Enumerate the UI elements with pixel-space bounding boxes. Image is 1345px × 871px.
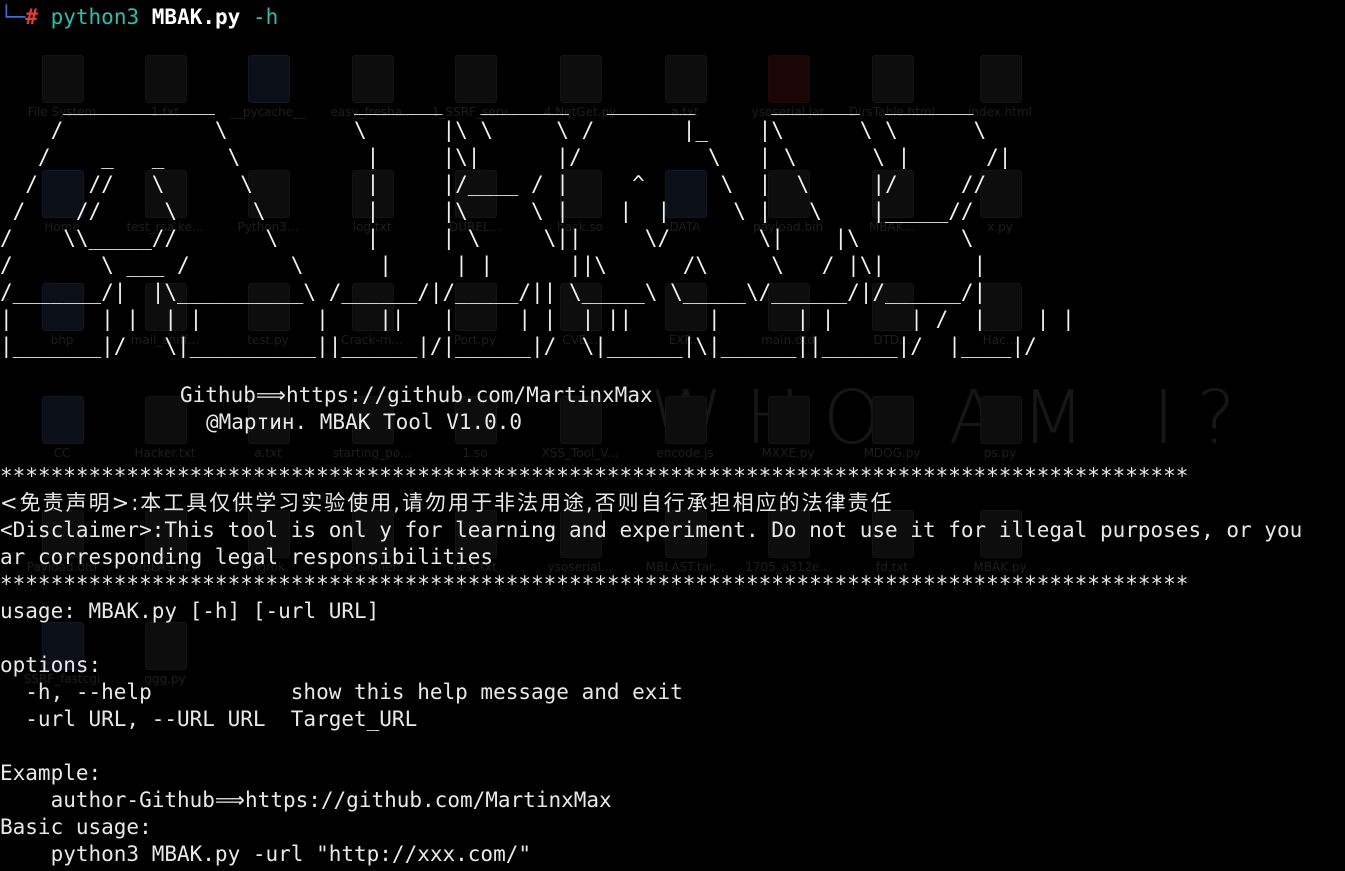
basic-usage-command: python3 MBAK.py -url "http://xxx.com/" [0,842,532,866]
command-name: python3 [50,5,140,29]
tool-version-line: @Мартин. MBAK Tool V1.0.0 [206,410,523,434]
options-header: options: [0,653,102,677]
example-header: Example: [0,761,102,785]
separator-top: ****************************************… [0,464,1189,488]
prompt-corner: └─ [0,5,26,29]
ascii-art-banner: ____________ _______ _______ _______ ___… [0,91,1075,358]
command-argument: MBAK.py [151,5,241,29]
option-url: -url URL, --URL URL Target_URL [0,707,418,731]
example-github: author-Github⟹https://github.com/Martinx… [0,788,612,812]
separator-bottom: ****************************************… [0,572,1189,596]
prompt-symbol: # [25,5,38,29]
option-help: -h, --help show this help message and ex… [0,680,683,704]
usage-line: usage: MBAK.py [-h] [-url URL] [0,599,380,623]
disclaimer-english-2: ar corresponding legal responsibilities [0,545,494,569]
basic-usage-header: Basic usage: [0,815,152,839]
github-banner-line: Github⟹https://github.com/MartinxMax [180,383,653,407]
command-flag: -h [252,5,279,29]
disclaimer-english-1: <Disclaimer>:This tool is onl y for lear… [0,518,1303,542]
terminal-window[interactable]: WHO AM I? File System 1.txt __pycache__ eas… [0,0,1345,871]
terminal-output: └─# python3 MBAK.py -h ____________ ____… [0,0,1345,871]
command-prompt-line: └─# python3 MBAK.py -h [0,4,278,31]
disclaimer-chinese: <免责声明>:本工具仅供学习实验使用,请勿用于非法用途,否则自行承担相应的法律责… [0,491,894,515]
